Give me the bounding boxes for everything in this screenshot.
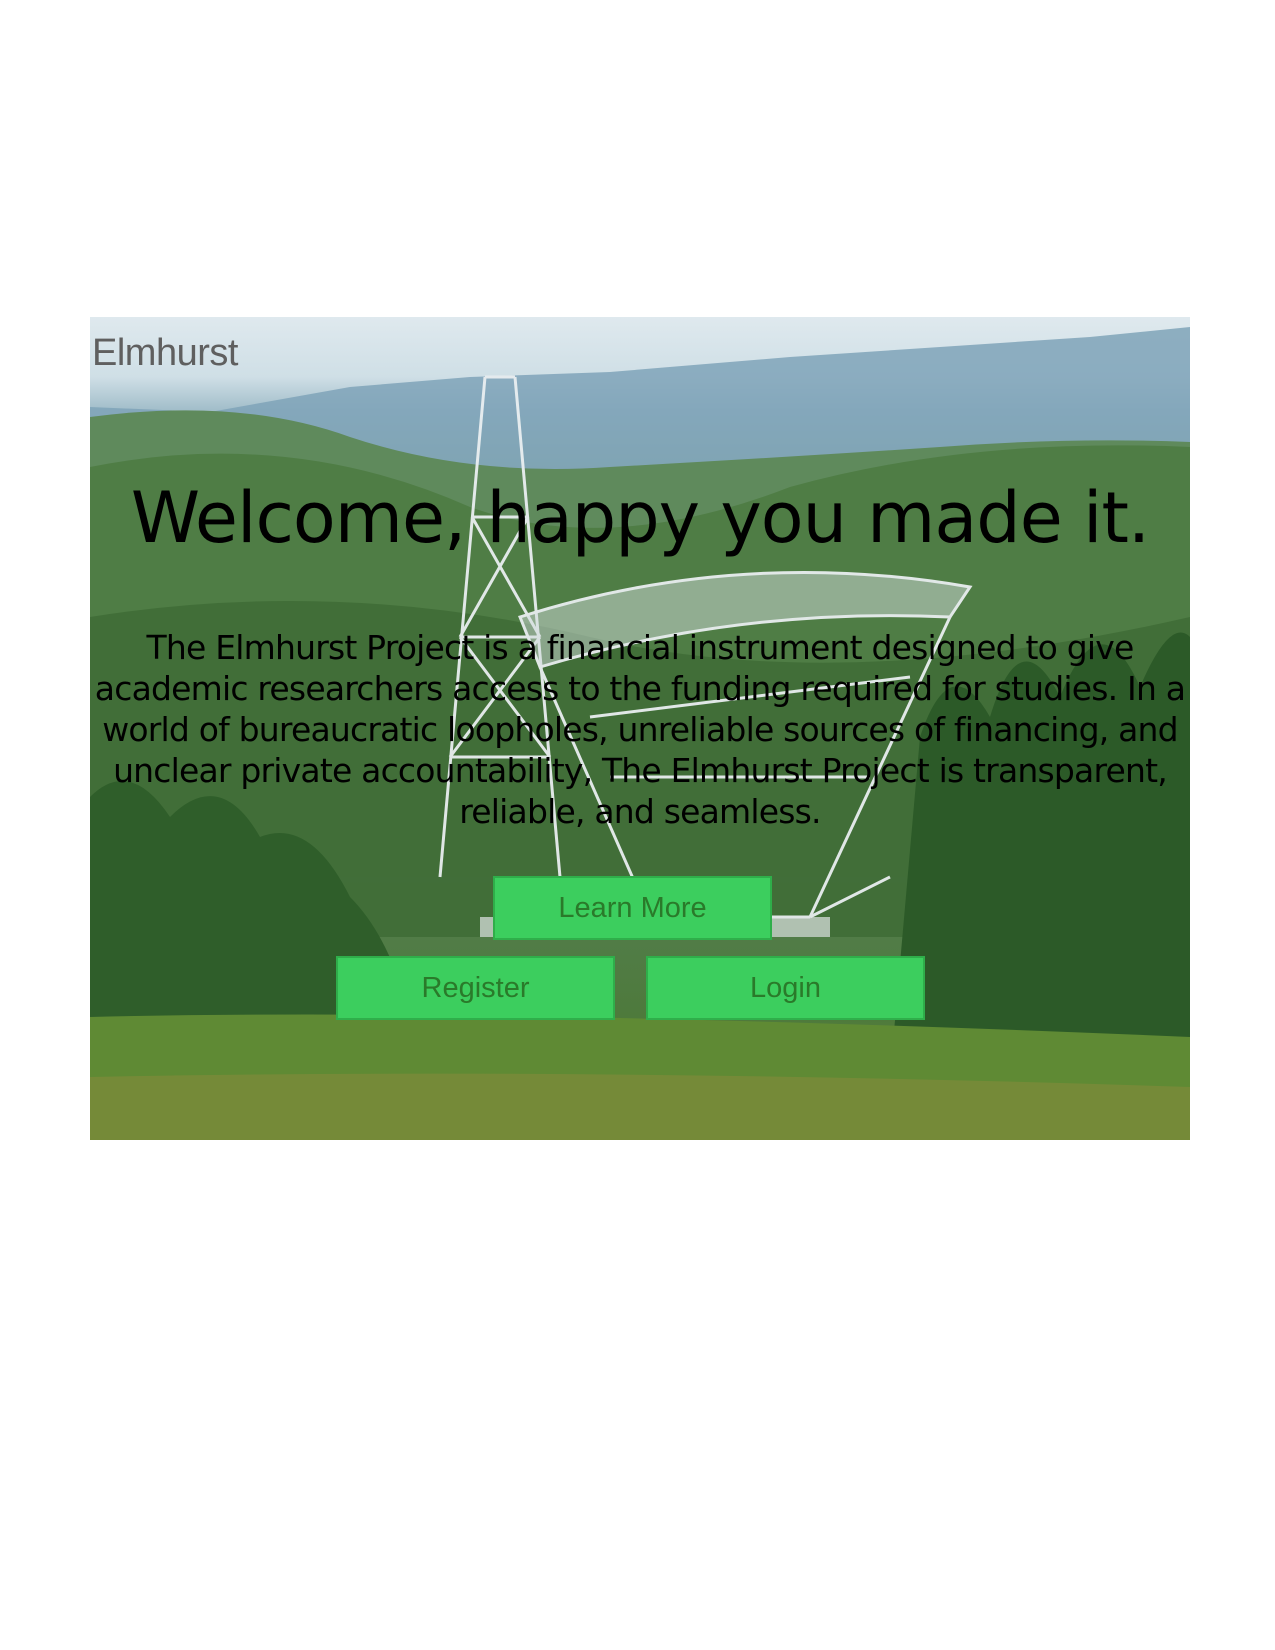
learn-more-button[interactable]: Learn More: [493, 876, 772, 940]
hero-section: Elmhurst Welcome, happy you made it. The…: [90, 317, 1190, 1140]
page-title: Welcome, happy you made it.: [130, 477, 1150, 559]
page: Elmhurst Welcome, happy you made it. The…: [0, 0, 1275, 1650]
hero-description: The Elmhurst Project is a financial inst…: [94, 628, 1186, 831]
register-button[interactable]: Register: [336, 956, 615, 1020]
brand-logo[interactable]: Elmhurst: [92, 332, 238, 375]
login-button[interactable]: Login: [646, 956, 925, 1020]
